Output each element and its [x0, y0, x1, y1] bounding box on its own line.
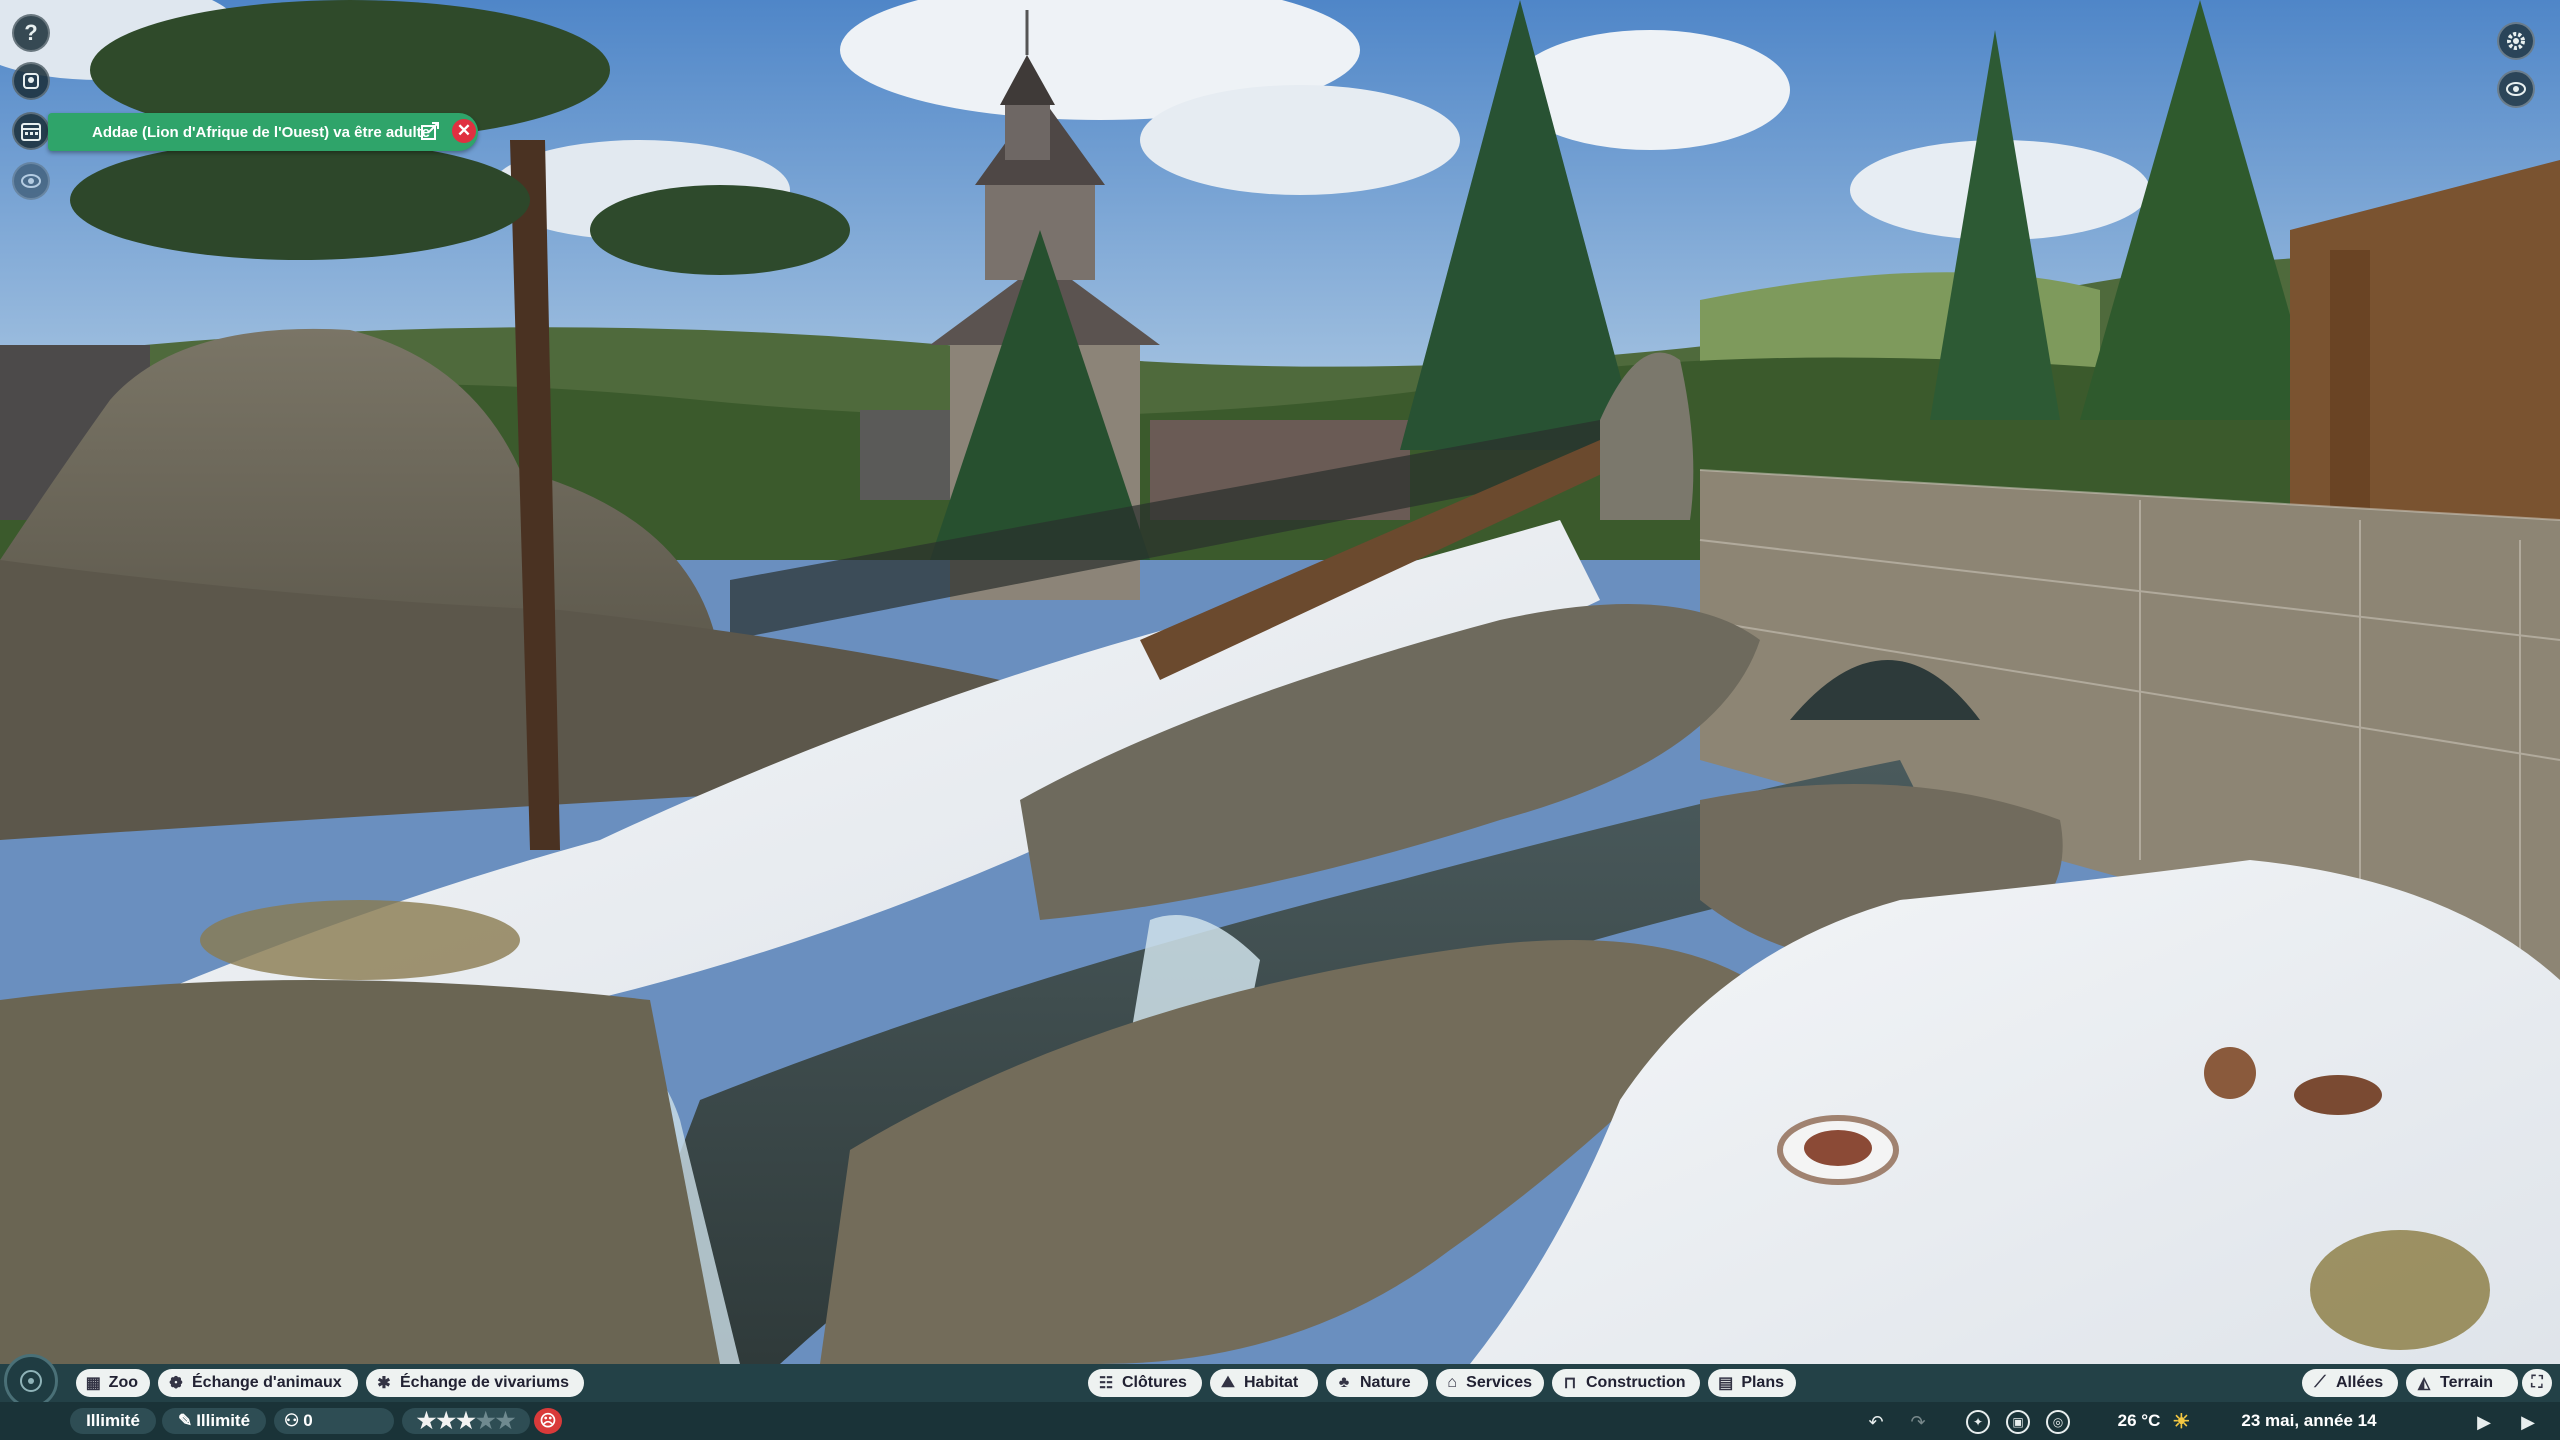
- date-value: 23 mai, année 14: [2241, 1411, 2377, 1430]
- question-mark-icon: ?: [24, 20, 38, 45]
- bug-icon: ✱: [377, 1375, 391, 1392]
- calendar-icon: [21, 123, 41, 141]
- terrain-menu-button[interactable]: ◭ Terrain: [2406, 1369, 2518, 1397]
- rating-star-empty: ★: [495, 1408, 516, 1433]
- toolbar-row-status: Illimité ✎ Illimité ⚇ 0 ★ ★ ★ ★ ★ ☹ ↶ ↷ …: [0, 1402, 2560, 1440]
- undo-icon: ↶: [1868, 1411, 1884, 1432]
- pencil-icon: ✎: [177, 1411, 193, 1430]
- path-icon: ⟋: [2314, 1374, 2326, 1391]
- research-display[interactable]: ✎ Illimité: [162, 1408, 266, 1434]
- fences-menu-label: Clôtures: [1122, 1374, 1187, 1391]
- rating-star-filled: ★: [436, 1408, 457, 1433]
- nature-menu-button[interactable]: ♣ Nature: [1326, 1369, 1428, 1397]
- settings-button[interactable]: [2497, 22, 2535, 60]
- external-link-icon: [421, 122, 439, 140]
- overlay-toggle-2[interactable]: ▣: [2006, 1410, 2030, 1434]
- animal-profile-icon: [23, 73, 39, 89]
- overlay-toggle-3[interactable]: ◎: [2046, 1410, 2070, 1434]
- expand-icon: ⛶: [2531, 1374, 2543, 1391]
- money-display[interactable]: Illimité: [70, 1408, 156, 1434]
- alert-indicator[interactable]: ☹: [534, 1408, 562, 1434]
- sun-icon: ☀: [2172, 1410, 2191, 1433]
- eye-toggle-icon: [2506, 82, 2526, 96]
- terrain-menu-label: Terrain: [2440, 1374, 2494, 1391]
- habitat-menu-label: Habitat: [1244, 1374, 1299, 1391]
- close-icon: ✕: [456, 121, 472, 140]
- help-button[interactable]: ?: [12, 14, 50, 52]
- guest-count-value: 0: [303, 1411, 313, 1430]
- gear-icon: [2507, 32, 2525, 50]
- date-display[interactable]: 23 mai, année 14: [2214, 1408, 2404, 1434]
- redo-icon: ↷: [1910, 1411, 1926, 1432]
- animal-info-button[interactable]: [12, 62, 50, 100]
- play-fast-icon: ▶: [2521, 1411, 2535, 1432]
- services-menu-label: Services: [1466, 1374, 1532, 1391]
- notification-close-button[interactable]: ✕: [452, 119, 476, 143]
- zoo-menu-label: Zoo: [108, 1374, 138, 1391]
- target-icon: ◎: [2052, 1415, 2064, 1429]
- notification-open-button[interactable]: [420, 121, 440, 141]
- overlay-toggle-1[interactable]: ✦: [1966, 1410, 1990, 1434]
- zoo-icon: ▦: [85, 1375, 101, 1392]
- play-speed-button[interactable]: ▶: [2472, 1410, 2496, 1434]
- construction-icon: ⊓: [1563, 1375, 1577, 1392]
- fences-menu-button[interactable]: ☷ Clôtures: [1088, 1369, 1202, 1397]
- camera-icon: ▣: [2012, 1415, 2024, 1429]
- notification-text: Addae (Lion d'Afrique de l'Ouest) va êtr…: [92, 123, 431, 141]
- eye-icon: [21, 174, 41, 188]
- blueprints-menu-label: Plans: [1741, 1374, 1784, 1391]
- paths-menu-button[interactable]: ⟋ Allées: [2302, 1369, 2398, 1397]
- vivarium-trade-label: Échange de vivariums: [400, 1374, 569, 1391]
- zoo-rating-display[interactable]: ★ ★ ★ ★ ★: [402, 1408, 530, 1434]
- weather-display[interactable]: 26 °C ☀: [2100, 1408, 2208, 1434]
- guests-icon: ⚇: [284, 1411, 300, 1430]
- shop-icon: ⌂: [1447, 1374, 1457, 1391]
- fence-icon: ☷: [1098, 1375, 1114, 1392]
- grid-overlay-icon: ✦: [1972, 1415, 1984, 1429]
- habitat-menu-button[interactable]: ⛰ Habitat: [1210, 1369, 1318, 1397]
- animal-trade-label: Échange d'animaux: [192, 1374, 342, 1391]
- visibility-button[interactable]: [12, 162, 50, 200]
- money-value: Illimité: [86, 1411, 140, 1430]
- notification-banner[interactable]: Addae (Lion d'Afrique de l'Ouest) va êtr…: [48, 113, 478, 151]
- blueprints-menu-button[interactable]: ▤ Plans: [1708, 1369, 1796, 1397]
- blueprint-icon: ▤: [1718, 1375, 1734, 1392]
- undo-button[interactable]: ↶: [1864, 1410, 1888, 1434]
- services-menu-button[interactable]: ⌂ Services: [1436, 1369, 1544, 1397]
- camera-control[interactable]: [4, 1354, 58, 1408]
- rating-star-filled: ★: [416, 1408, 437, 1433]
- play-icon: ▶: [2477, 1411, 2491, 1432]
- redo-button[interactable]: ↷: [1906, 1410, 1930, 1434]
- sad-face-icon: ☹: [539, 1413, 557, 1430]
- rating-star-empty: ★: [475, 1408, 496, 1433]
- guest-count-display[interactable]: ⚇ 0: [274, 1408, 394, 1434]
- calendar-button[interactable]: [12, 112, 50, 150]
- fullscreen-toggle-button[interactable]: ⛶: [2522, 1369, 2552, 1397]
- temperature-value: 26 °C: [2117, 1411, 2161, 1430]
- zoo-menu-button[interactable]: ▦ Zoo: [76, 1369, 150, 1397]
- compass-icon: [20, 1370, 42, 1392]
- game-viewport[interactable]: [0, 0, 2560, 1364]
- construction-menu-label: Construction: [1586, 1374, 1686, 1391]
- animal-trade-button[interactable]: ❁ Échange d'animaux: [158, 1369, 358, 1397]
- paw-icon: ❁: [169, 1375, 183, 1392]
- zoo-scene-illustration: [0, 0, 2560, 1364]
- research-value: Illimité: [196, 1411, 251, 1430]
- vivarium-trade-button[interactable]: ✱ Échange de vivariums: [366, 1369, 584, 1397]
- habitat-icon: ⛰: [1221, 1374, 1235, 1391]
- fast-forward-button[interactable]: ▶: [2516, 1410, 2540, 1434]
- paths-menu-label: Allées: [2336, 1374, 2384, 1391]
- rating-star-filled: ★: [456, 1408, 476, 1433]
- construction-menu-button[interactable]: ⊓ Construction: [1552, 1369, 1700, 1397]
- toolbar-row-menus: ▦ Zoo ❁ Échange d'animaux ✱ Échange de v…: [0, 1354, 2560, 1408]
- terrain-icon: ◭: [2417, 1375, 2431, 1392]
- nature-menu-label: Nature: [1360, 1374, 1411, 1391]
- bottom-toolbar: ▦ Zoo ❁ Échange d'animaux ✱ Échange de v…: [0, 1354, 2560, 1440]
- view-toggle-button[interactable]: [2497, 70, 2535, 108]
- tree-icon: ♣: [1338, 1374, 1350, 1391]
